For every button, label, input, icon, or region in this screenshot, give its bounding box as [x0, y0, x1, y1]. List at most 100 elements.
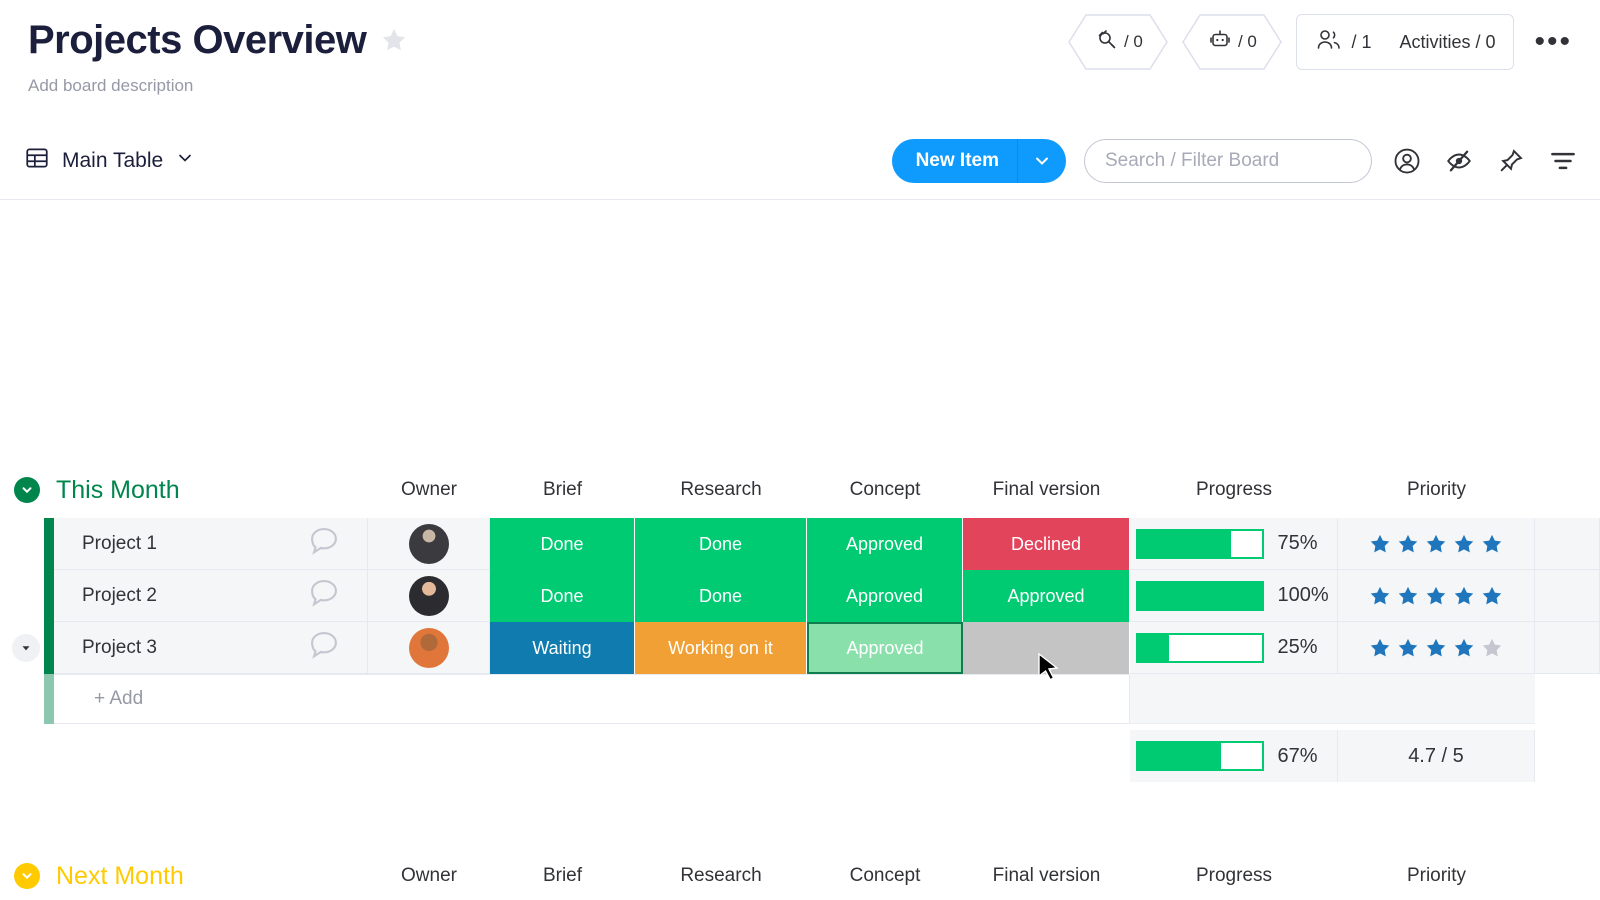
table-row: Project 3 Waiting Working on it Approved 25%	[0, 622, 1600, 674]
integrations-badge[interactable]: / 0	[1068, 14, 1169, 70]
star-icon[interactable]	[380, 26, 408, 54]
row-color-bar	[44, 622, 54, 674]
add-item-row[interactable]: + Add	[0, 674, 1600, 724]
progress-bar	[1135, 741, 1264, 771]
board-toolbar: Main Table New Item Search / Filter Boar…	[0, 122, 1600, 200]
comment-icon[interactable]	[307, 524, 341, 564]
new-item-label: New Item	[915, 149, 999, 171]
column-header-progress[interactable]: Progress	[1130, 848, 1338, 900]
comment-icon[interactable]	[307, 628, 341, 668]
final-version-status-cell[interactable]: Declined	[963, 518, 1130, 570]
final-version-status-cell[interactable]: Approved	[963, 570, 1130, 622]
summary-priority: 4.7 / 5	[1338, 730, 1535, 782]
view-tab-main-table[interactable]: Main Table	[24, 145, 195, 177]
group-collapse-toggle[interactable]	[14, 477, 40, 503]
avatar[interactable]	[408, 523, 449, 564]
board-body: This Month Owner Brief Research Concept Final…	[0, 200, 1600, 900]
new-item-button[interactable]: New Item	[891, 138, 1066, 183]
priority-cell[interactable]	[1338, 570, 1535, 622]
brief-status-cell[interactable]: Done	[490, 570, 635, 622]
column-header-concept[interactable]: Concept	[807, 462, 963, 518]
tail-cell	[1535, 570, 1600, 622]
column-header-priority[interactable]: Priority	[1338, 462, 1535, 518]
more-options-button[interactable]: •••	[1528, 27, 1578, 57]
progress-cell[interactable]: 25%	[1130, 622, 1338, 674]
priority-cell[interactable]	[1338, 622, 1535, 674]
avatar[interactable]	[408, 575, 449, 616]
final-version-status-cell-label: Declined	[1010, 533, 1082, 554]
group-name[interactable]: Next Month	[56, 862, 184, 891]
research-status-cell[interactable]: Done	[635, 570, 807, 622]
brief-status-cell[interactable]: Waiting	[490, 622, 635, 674]
group-collapse-toggle[interactable]	[14, 863, 40, 889]
group-header: This Month Owner Brief Research Concept Final…	[0, 462, 1600, 518]
group-name[interactable]: This Month	[56, 476, 180, 505]
group-summary-row: 67% 4.7 / 5	[0, 730, 1600, 782]
concept-status-cell[interactable]: Approved	[807, 570, 963, 622]
board-members[interactable]: / 1	[1315, 27, 1371, 58]
row-expand-button[interactable]	[12, 634, 40, 662]
column-header-final[interactable]: Final version	[963, 462, 1130, 518]
eye-slash-icon[interactable]	[1442, 144, 1476, 178]
final-version-status-cell[interactable]	[963, 622, 1130, 674]
owner-cell[interactable]	[368, 570, 490, 622]
table-row: Project 1 Done Done Approved Declined 75%	[0, 518, 1600, 570]
owner-cell[interactable]	[368, 622, 490, 674]
group-2: Next Month Owner Brief Research Concept Final…	[0, 848, 1600, 900]
board-description[interactable]: Add board description	[28, 76, 1600, 96]
item-name-cell[interactable]: Project 3	[54, 622, 368, 674]
progress-cell[interactable]: 100%	[1130, 570, 1338, 622]
progress-bar	[1135, 580, 1264, 611]
activities[interactable]: Activities / 0	[1399, 32, 1495, 53]
progress-cell[interactable]: 75%	[1130, 518, 1338, 570]
priority-cell[interactable]	[1338, 518, 1535, 570]
owner-cell[interactable]	[368, 518, 490, 570]
column-header-research[interactable]: Research	[635, 848, 807, 900]
concept-status-cell[interactable]: Approved	[807, 622, 963, 674]
column-header-priority[interactable]: Priority	[1338, 848, 1535, 900]
avatar[interactable]	[408, 627, 449, 668]
search-placeholder: Search / Filter Board	[1105, 149, 1280, 171]
final-version-status-cell-label: Approved	[1007, 585, 1085, 606]
concept-status-cell-label: Approved	[845, 585, 924, 606]
person-icon[interactable]	[1390, 144, 1424, 178]
brief-status-cell-label: Done	[540, 585, 584, 606]
column-header-concept[interactable]: Concept	[807, 848, 963, 900]
summary-progress: 67%	[1130, 730, 1338, 782]
progress-indicator: 100%	[1135, 580, 1332, 611]
progress-value: 25%	[1277, 636, 1318, 658]
filter-icon[interactable]	[1546, 144, 1580, 178]
column-header-brief[interactable]: Brief	[490, 848, 635, 900]
brief-status-cell[interactable]: Done	[490, 518, 635, 570]
column-header-research[interactable]: Research	[635, 462, 807, 518]
progress-bar	[1135, 632, 1264, 663]
column-header-brief[interactable]: Brief	[490, 462, 635, 518]
table-icon	[24, 145, 50, 177]
people-icon	[1315, 27, 1343, 58]
research-status-cell[interactable]: Done	[635, 518, 807, 570]
table-row: Project 2 Done Done Approved Approved 100%	[0, 570, 1600, 622]
column-header-progress[interactable]: Progress	[1130, 462, 1338, 518]
tail-cell	[1535, 622, 1600, 674]
priority-stars	[1369, 637, 1503, 659]
pin-icon[interactable]	[1494, 144, 1528, 178]
comment-icon[interactable]	[307, 576, 341, 616]
toolbar-actions: New Item Search / Filter Board	[891, 138, 1580, 183]
concept-status-cell[interactable]: Approved	[807, 518, 963, 570]
column-header-owner[interactable]: Owner	[368, 462, 490, 518]
item-name-cell[interactable]: Project 2	[54, 570, 368, 622]
add-item-button[interactable]: + Add	[54, 674, 1130, 724]
research-status-cell-label: Done	[698, 533, 743, 554]
research-status-cell-label: Working on it	[668, 637, 773, 658]
progress-indicator: 67%	[1135, 741, 1332, 771]
column-header-owner[interactable]: Owner	[368, 848, 490, 900]
item-name: Project 1	[82, 532, 157, 554]
research-status-cell[interactable]: Working on it	[635, 622, 807, 674]
chevron-down-icon[interactable]	[175, 148, 195, 174]
automations-badge[interactable]: / 0	[1182, 14, 1283, 70]
automations-count: / 0	[1237, 32, 1257, 51]
column-header-final[interactable]: Final version	[963, 848, 1130, 900]
new-item-dropdown-arrow[interactable]	[1017, 138, 1066, 183]
item-name-cell[interactable]: Project 1	[54, 518, 368, 570]
search-input[interactable]: Search / Filter Board	[1084, 138, 1372, 183]
